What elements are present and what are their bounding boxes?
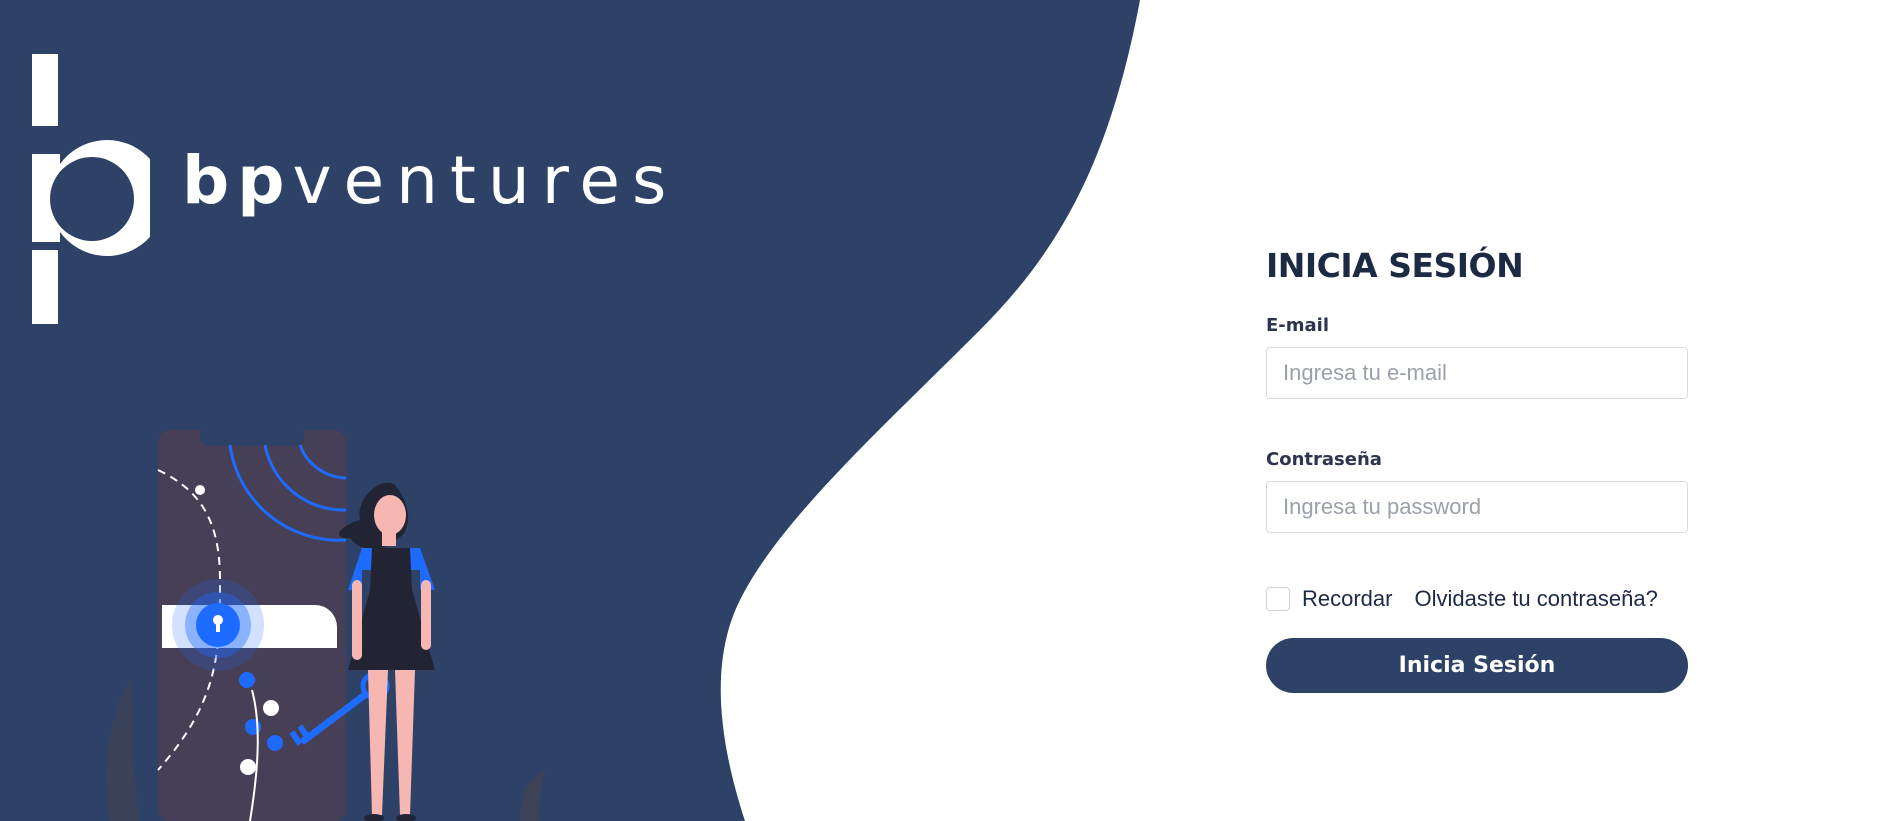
bp-logo-icon	[32, 54, 150, 324]
login-submit-button[interactable]: Inicia Sesión	[1266, 638, 1688, 693]
login-title: INICIA SESIÓN	[1266, 246, 1524, 285]
brand-name-bold: bp	[182, 142, 293, 219]
email-field-group: E-mail	[1266, 315, 1688, 399]
remember-label[interactable]: Recordar	[1302, 586, 1392, 612]
login-options-row: Recordar Olvidaste tu contraseña?	[1266, 585, 1688, 613]
password-input[interactable]	[1266, 481, 1688, 533]
password-field-group: Contraseña	[1266, 449, 1688, 533]
password-label: Contraseña	[1266, 449, 1382, 470]
email-label: E-mail	[1266, 315, 1330, 336]
brand-name-light: ventures	[292, 142, 679, 219]
forgot-password-link[interactable]: Olvidaste tu contraseña?	[1414, 586, 1657, 612]
remember-checkbox[interactable]	[1266, 587, 1290, 611]
login-page: bpventures INICIA SESIÓN E-mail Ingresa …	[0, 0, 1881, 821]
brand-wordmark: bpventures	[182, 148, 678, 214]
person-with-key-illustration-icon	[106, 426, 545, 821]
email-input[interactable]	[1266, 347, 1688, 399]
login-form: INICIA SESIÓN E-mail Contraseña Recordar…	[1266, 246, 1688, 693]
